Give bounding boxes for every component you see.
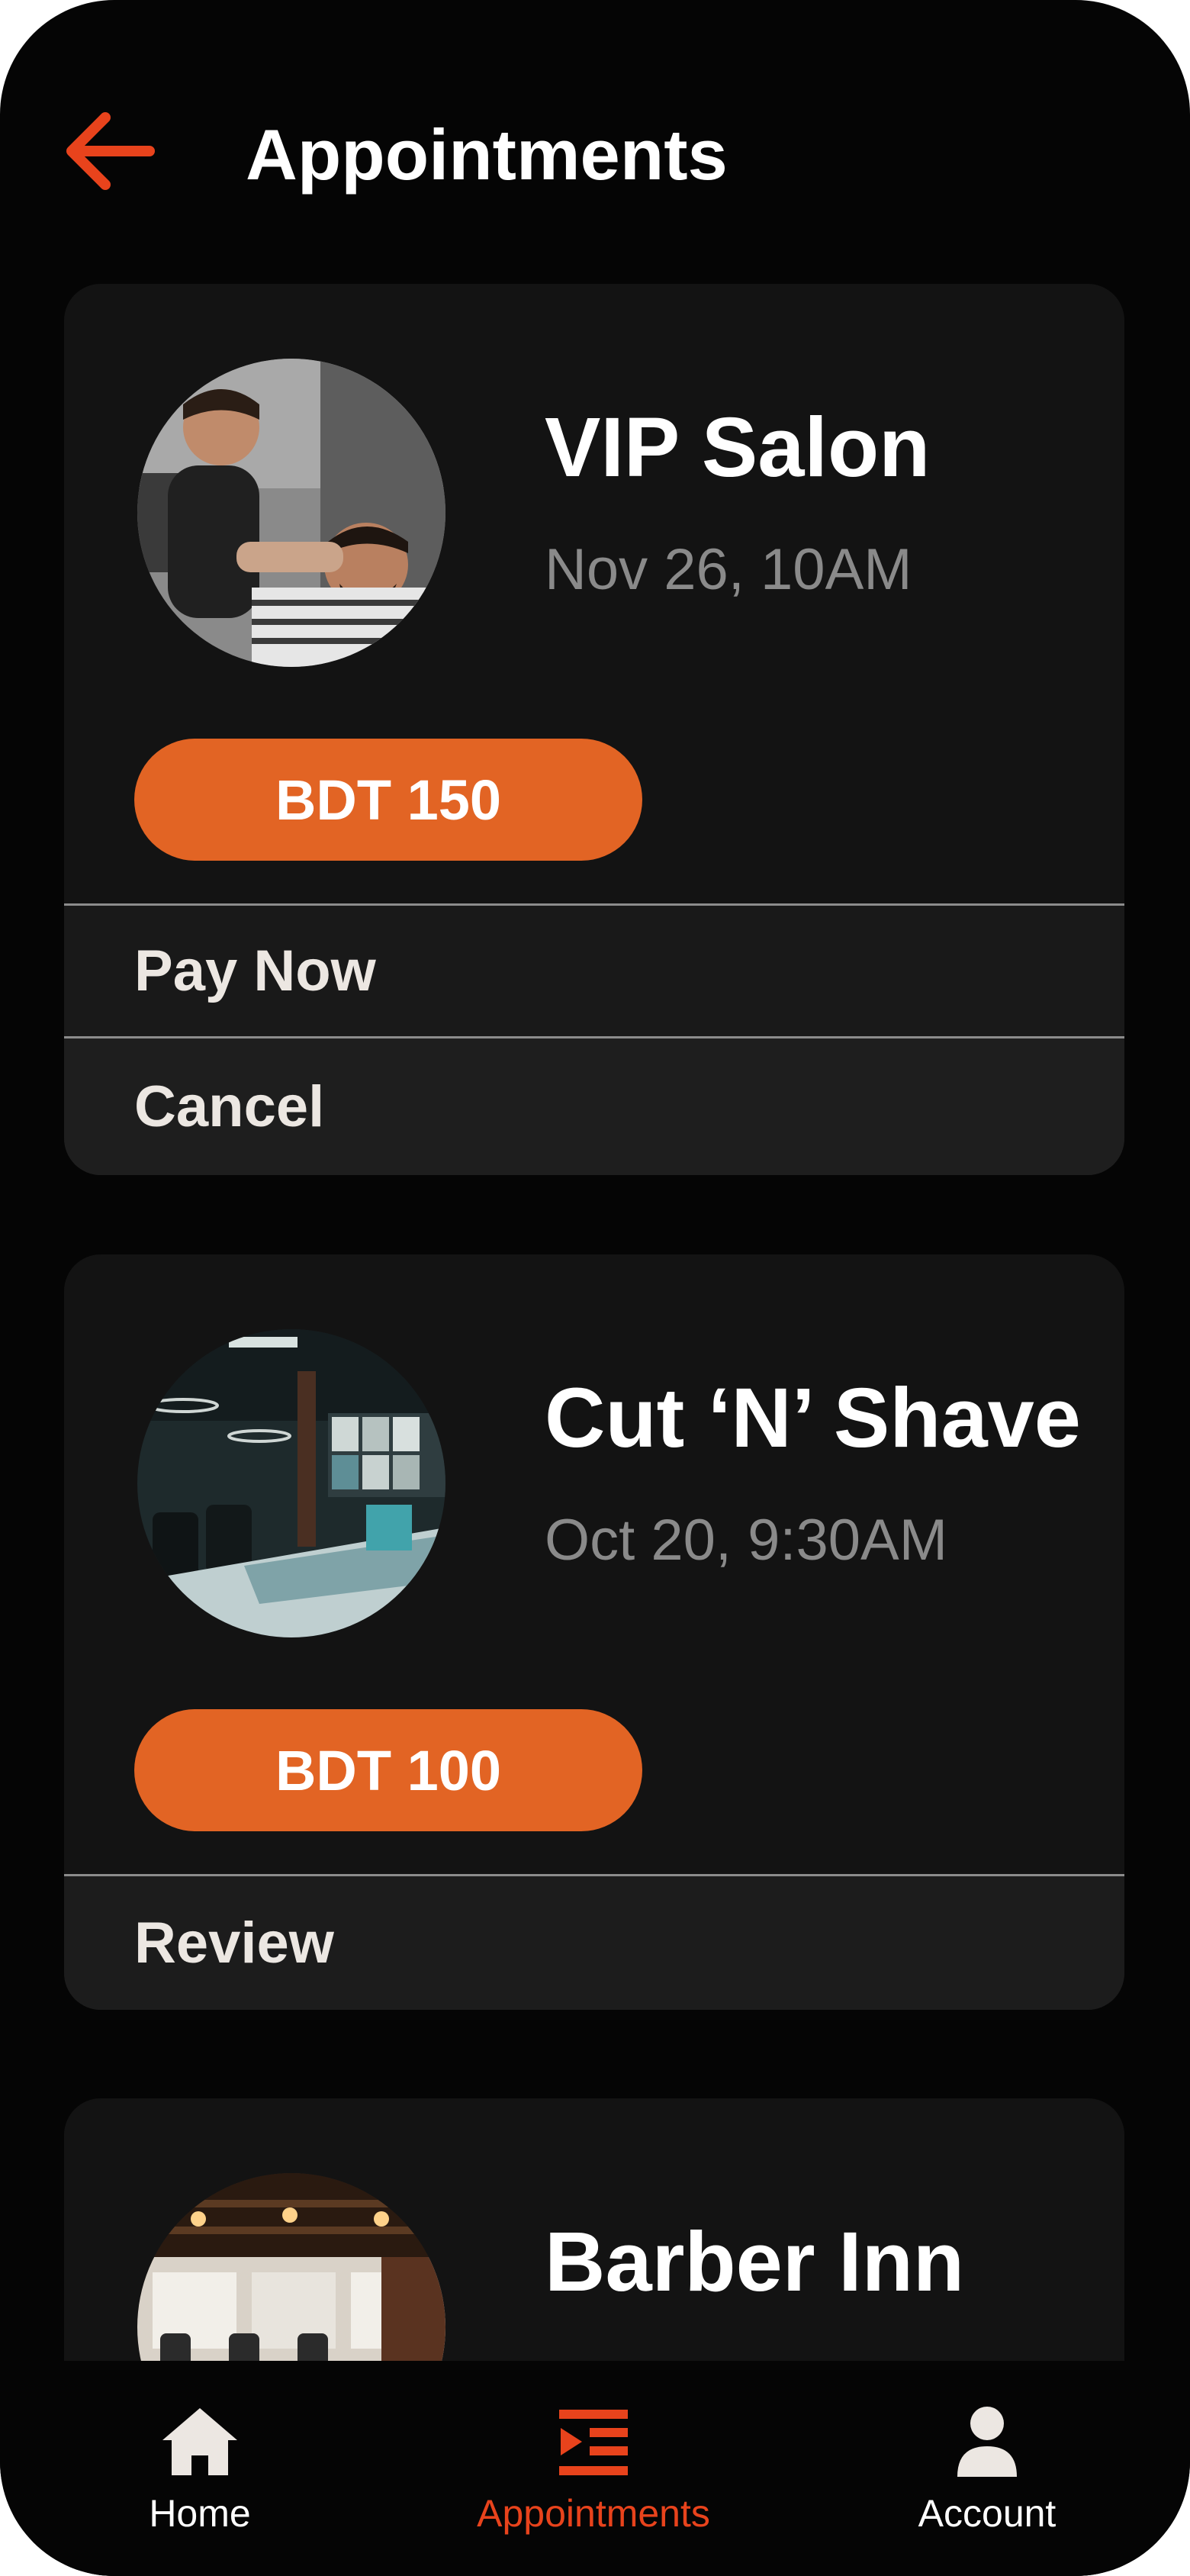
review-button[interactable]: Review: [64, 1874, 1124, 2010]
pay-now-button[interactable]: Pay Now: [64, 903, 1124, 1036]
price-badge[interactable]: BDT 150: [134, 739, 642, 861]
bottom-navigation: Home Appointments Account: [0, 2361, 1190, 2576]
cancel-button[interactable]: Cancel: [64, 1036, 1124, 1175]
nav-appointments[interactable]: Appointments: [456, 2404, 731, 2556]
appointments-screen: Appointments VIP Salon Nov 26, 10AM BDT …: [0, 0, 1190, 2576]
nav-account-label: Account: [918, 2492, 1057, 2535]
appointment-date: Oct 20, 9:30AM: [545, 1508, 948, 1573]
back-button[interactable]: [60, 105, 159, 197]
page-title: Appointments: [246, 114, 728, 195]
header: Appointments: [0, 0, 1190, 275]
arrow-left-icon: [66, 112, 155, 190]
salon-name: Barber Inn: [545, 2215, 965, 2309]
nav-account[interactable]: Account: [850, 2404, 1124, 2556]
price-badge[interactable]: BDT 100: [134, 1709, 642, 1831]
salon-name: VIP Salon: [545, 401, 931, 494]
appointment-card[interactable]: VIP Salon Nov 26, 10AM BDT 150 Pay Now C…: [64, 284, 1124, 1175]
salon-name: Cut ‘N’ Shave: [545, 1371, 1081, 1465]
appointments-list-icon: [559, 2410, 628, 2475]
home-icon: [162, 2408, 237, 2475]
salon-photo: [137, 359, 445, 667]
user-icon: [957, 2407, 1017, 2477]
salon-photo: [137, 1329, 445, 1637]
nav-home[interactable]: Home: [63, 2404, 337, 2556]
nav-appointments-label: Appointments: [477, 2492, 710, 2535]
appointment-card[interactable]: Cut ‘N’ Shave Oct 20, 9:30AM BDT 100 Rev…: [64, 1254, 1124, 2010]
appointment-date: Nov 26, 10AM: [545, 537, 912, 602]
nav-home-label: Home: [149, 2492, 251, 2535]
